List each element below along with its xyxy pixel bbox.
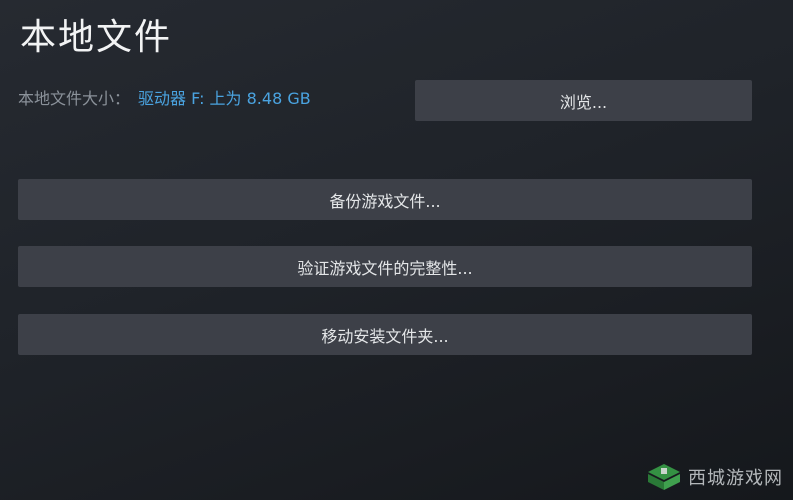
watermark-logo-icon <box>648 464 680 490</box>
watermark: 西城游戏网 <box>646 462 783 492</box>
browse-button[interactable]: 浏览... <box>415 80 752 121</box>
backup-game-files-button[interactable]: 备份游戏文件... <box>18 179 752 220</box>
move-install-folder-button[interactable]: 移动安装文件夹... <box>18 314 752 355</box>
watermark-text: 西城游戏网 <box>688 468 783 489</box>
verify-integrity-button[interactable]: 验证游戏文件的完整性... <box>18 246 752 287</box>
local-file-size-value: 驱动器 F: 上为 8.48 GB <box>138 89 311 108</box>
local-file-size-row: 本地文件大小： 驱动器 F: 上为 8.48 GB <box>18 88 311 110</box>
local-file-size-label: 本地文件大小： <box>18 89 131 108</box>
page-title: 本地文件 <box>20 17 173 58</box>
